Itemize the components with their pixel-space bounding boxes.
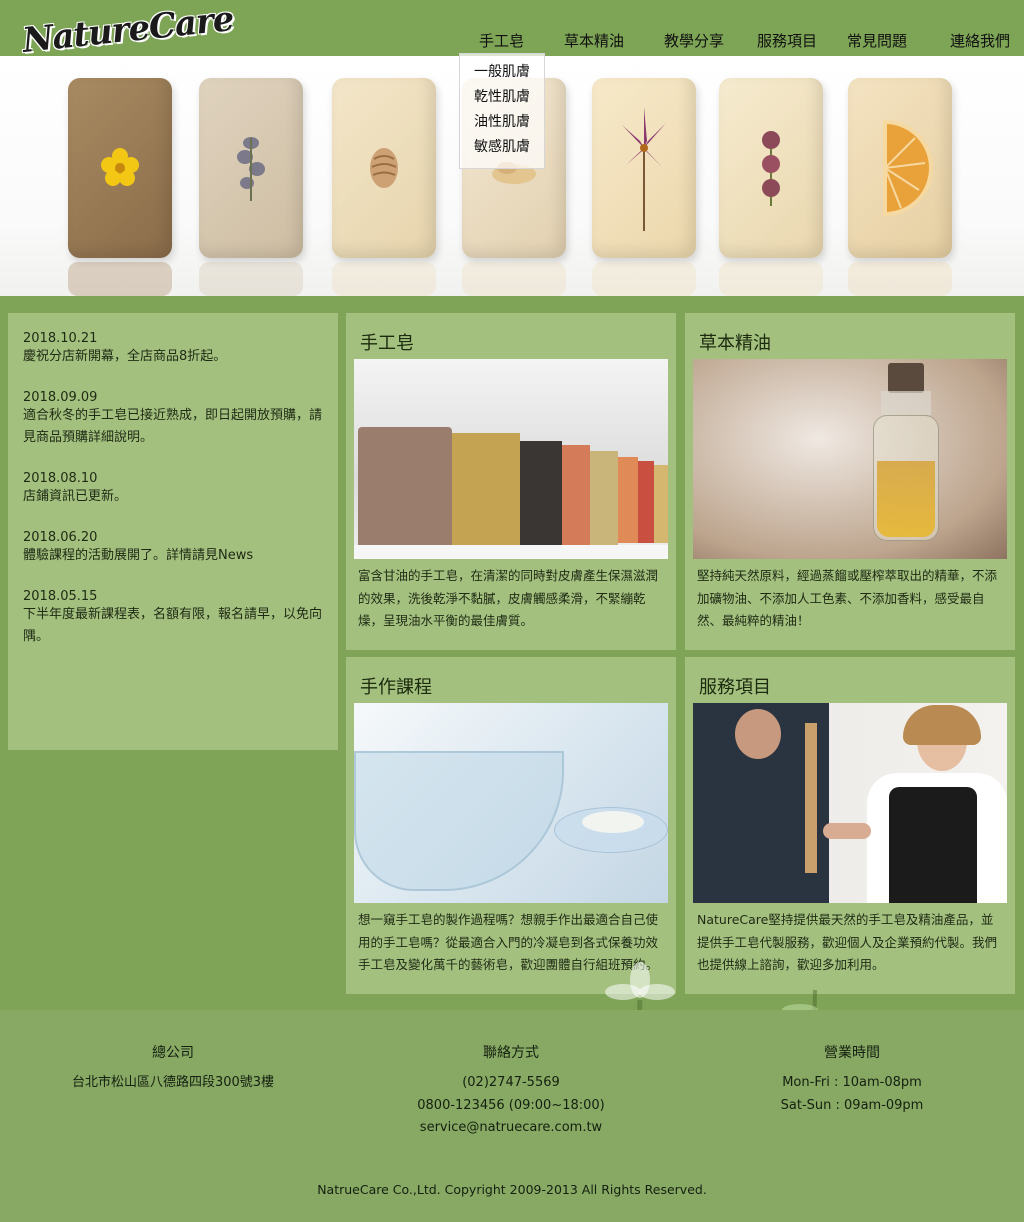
card-services[interactable]: 服務項目 NatureCare堅持提供最天然的手工皂及精油產品，並提供手工皂代製… <box>685 657 1015 994</box>
card-title: 草本精油 <box>699 333 771 354</box>
soap-reflection <box>332 262 436 296</box>
card-description: 堅持純天然原料，經過蒸餾或壓榨萃取出的精華，不添加礦物油、不添加人工色素、不添加… <box>697 568 998 628</box>
footer-contact-phone: (02)2747-5569 <box>462 1075 560 1090</box>
news-item[interactable]: 2018.09.09 適合秋冬的手工皂已接近熟成，即日起開放預購，請見商品預購詳… <box>23 390 323 449</box>
dried-flower-icon <box>622 107 666 231</box>
footer-hq: 總公司 台北市松山區八德路四段300號3樓 <box>60 1042 286 1095</box>
card-description: 富含甘油的手工皂，在清潔的同時對皮膚產生保濕滋潤的效果，洗後乾淨不黏膩，皮膚觸感… <box>358 568 659 628</box>
news-text: 適合秋冬的手工皂已接近熟成，即日起開放預購，請見商品預購詳細說明。 <box>23 408 323 445</box>
nav-item-essential-oil[interactable]: 草本精油 <box>564 30 624 51</box>
card-description: NatureCare堅持提供最天然的手工皂及精油產品，並提供手工皂代製服務，歡迎… <box>697 912 998 972</box>
site-logo[interactable]: NatureCare <box>20 0 235 61</box>
soap-reflection <box>68 262 172 296</box>
dropdown-item-dry-skin[interactable]: 乾性肌膚 <box>474 86 530 106</box>
soap-image <box>68 78 172 258</box>
card-title: 服務項目 <box>699 677 771 698</box>
orange-slice-icon <box>883 119 933 217</box>
news-date: 2018.10.21 <box>23 331 98 346</box>
card-soap[interactable]: 手工皂 富含甘油的手工皂，在清潔的同時對皮膚產生保濕滋潤的效果，洗後乾淨不黏膩，… <box>346 313 676 650</box>
card-image-handshake[interactable] <box>693 703 1007 903</box>
news-date: 2018.08.10 <box>23 471 98 486</box>
footer-contact: 聯絡方式 (02)2747-5569 0800-123456 (09:00~18… <box>400 1042 622 1140</box>
news-item[interactable]: 2018.06.20 體驗課程的活動展開了。詳情請見News <box>23 530 323 567</box>
news-date: 2018.05.15 <box>23 589 98 604</box>
card-title: 手工皂 <box>360 333 414 354</box>
soap-reflection <box>462 262 566 296</box>
news-text: 店鋪資訊已更新。 <box>23 489 128 504</box>
soap-image <box>199 78 303 258</box>
footer-hours-weekday: Mon-Fri : 10am-08pm <box>782 1075 922 1090</box>
soap-reflection <box>592 262 696 296</box>
nav-item-soap[interactable]: 手工皂 <box>479 30 524 51</box>
card-courses[interactable]: 手作課程 想一窺手工皂的製作過程嗎？想親手作出最適合自己使用的手工皂嗎？從最適合… <box>346 657 676 994</box>
footer-hq-address: 台北市松山區八德路四段300號3樓 <box>71 1075 275 1090</box>
footer-contact-email[interactable]: service@natruecare.com.tw <box>400 1117 622 1140</box>
card-image-glass-bowl[interactable] <box>354 703 668 903</box>
news-date: 2018.09.09 <box>23 390 98 405</box>
nav-item-teaching[interactable]: 教學分享 <box>664 30 724 51</box>
news-item[interactable]: 2018.05.15 下半年度最新課程表，名額有限，報名請早，以免向隅。 <box>23 589 323 648</box>
news-item[interactable]: 2018.08.10 店鋪資訊已更新。 <box>23 471 323 508</box>
soap-image <box>592 78 696 258</box>
lavender-icon <box>237 137 265 201</box>
footer-hours: 營業時間 Mon-Fri : 10am-08pm Sat-Sun : 09am-… <box>762 1042 942 1117</box>
dropdown-item-oily-skin[interactable]: 油性肌膚 <box>474 111 530 131</box>
news-item[interactable]: 2018.10.21 慶祝分店新開幕，全店商品8折起。 <box>23 331 323 368</box>
soap-reflection <box>848 262 952 296</box>
dropdown-item-sensitive-skin[interactable]: 敏感肌膚 <box>474 136 530 156</box>
rosebud-icon <box>762 131 780 206</box>
site-header: NatureCare 手工皂 草本精油 教學分享 服務項目 常見問題 連絡我們 <box>0 0 1024 61</box>
card-title: 手作課程 <box>360 677 432 698</box>
site-footer: 總公司 台北市松山區八德路四段300號3樓 聯絡方式 (02)2747-5569… <box>0 1010 1024 1222</box>
footer-hours-weekend: Sat-Sun : 09am-09pm <box>780 1097 924 1113</box>
news-text: 體驗課程的活動展開了。詳情請見News <box>23 548 254 563</box>
footer-copyright: NatrueCare Co.,Ltd. Copyright 2009-2013 … <box>317 1182 707 1197</box>
soap-dropdown-menu: 一般肌膚 乾性肌膚 油性肌膚 敏感肌膚 <box>459 53 545 169</box>
card-image-oil-bottle[interactable] <box>693 359 1007 559</box>
soap-reflection <box>719 262 823 296</box>
footer-contact-hotline: 0800-123456 (09:00~18:00) <box>417 1097 605 1113</box>
card-essential-oil[interactable]: 草本精油 堅持純天然原料，經過蒸餾或壓榨萃取出的精華，不添加礦物油、不添加人工色… <box>685 313 1015 650</box>
nav-item-services[interactable]: 服務項目 <box>757 30 817 51</box>
card-image-soap-bars[interactable] <box>354 359 668 559</box>
footer-hq-title: 總公司 <box>152 1045 194 1061</box>
nav-item-faq[interactable]: 常見問題 <box>847 30 907 51</box>
soap-reflection <box>199 262 303 296</box>
seashell-icon <box>370 148 398 188</box>
footer-hours-title: 營業時間 <box>824 1045 880 1061</box>
news-panel: 2018.10.21 慶祝分店新開幕，全店商品8折起。 2018.09.09 適… <box>8 313 338 750</box>
news-date: 2018.06.20 <box>23 530 98 545</box>
soap-image <box>332 78 436 258</box>
news-text: 下半年度最新課程表，名額有限，報名請早，以免向隅。 <box>23 607 323 644</box>
news-text: 慶祝分店新開幕，全店商品8折起。 <box>23 349 227 364</box>
nav-item-contact[interactable]: 連絡我們 <box>950 30 1010 51</box>
soap-image <box>719 78 823 258</box>
flower-icon <box>101 148 139 186</box>
dropdown-item-normal-skin[interactable]: 一般肌膚 <box>474 61 530 81</box>
footer-contact-title: 聯絡方式 <box>483 1045 539 1061</box>
soap-image <box>848 78 952 258</box>
